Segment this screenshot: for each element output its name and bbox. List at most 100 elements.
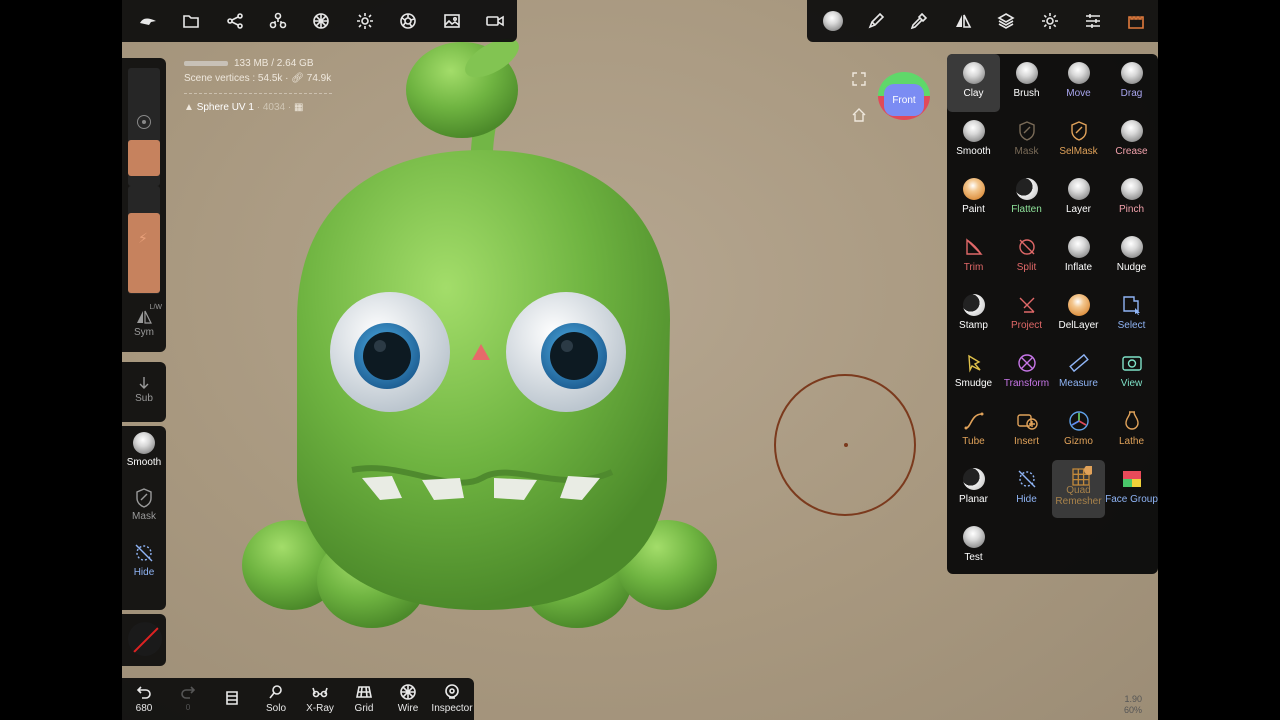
clay-icon: [962, 62, 985, 84]
tool-layer[interactable]: Layer: [1052, 170, 1105, 228]
solo-button[interactable]: Solo: [254, 678, 298, 720]
tool-label: View: [1120, 378, 1143, 389]
tool-paint[interactable]: Paint: [947, 170, 1000, 228]
pen-icon[interactable]: [854, 0, 897, 42]
left-sidebar-sliders: ⚡︎ L/W Sym: [122, 58, 166, 352]
divider: [184, 93, 332, 94]
folder-icon[interactable]: [169, 0, 212, 42]
active-mesh-row[interactable]: ▲ Sphere UV 1 · 4034 · ▦: [184, 100, 332, 115]
undo-count: 680: [135, 703, 153, 714]
view-cube-face-label: Front: [884, 84, 924, 116]
material-icon[interactable]: [300, 0, 343, 42]
smooth-quick-tool[interactable]: Smooth: [122, 432, 166, 468]
undo-button[interactable]: 680: [122, 678, 166, 720]
tool-label: Smooth: [956, 146, 991, 157]
inspector-button[interactable]: Inspector: [430, 678, 474, 720]
top-left-toolbar: [122, 0, 517, 42]
checker-icon: ▦: [293, 102, 304, 113]
tool-view[interactable]: View: [1105, 344, 1158, 402]
mask-icon: [1016, 120, 1038, 142]
tool-brush[interactable]: Brush: [1000, 54, 1053, 112]
trim-icon: [963, 236, 985, 258]
tool-drag[interactable]: Drag: [1105, 54, 1158, 112]
tool-hide[interactable]: Hide: [1000, 460, 1053, 518]
tool-dellayer[interactable]: DelLayer: [1052, 286, 1105, 344]
subdivide-button[interactable]: Sub: [122, 376, 166, 404]
tool-label: Stamp: [959, 320, 988, 331]
tool-label: Lathe: [1118, 436, 1145, 447]
matcap-icon[interactable]: [811, 0, 854, 42]
mask-quick-tool[interactable]: Mask: [122, 488, 166, 522]
camera-icon[interactable]: [387, 0, 430, 42]
tool-face-group[interactable]: Face Group: [1105, 460, 1158, 518]
tool-test[interactable]: Test: [947, 518, 1000, 576]
tool-label: Quad Remesher: [1055, 485, 1102, 507]
logo-icon[interactable]: [126, 0, 169, 42]
settings-icon[interactable]: [1028, 0, 1071, 42]
tool-clay[interactable]: Clay: [947, 54, 1000, 112]
tool-label: Nudge: [1116, 262, 1147, 273]
fullscreen-icon[interactable]: [852, 72, 866, 91]
light-icon[interactable]: [343, 0, 386, 42]
tool-smudge[interactable]: Smudge: [947, 344, 1000, 402]
tool-label: Inflate: [1064, 262, 1093, 273]
symmetry-icon[interactable]: [941, 0, 984, 42]
tool-label: Crease: [1115, 146, 1148, 157]
video-icon[interactable]: [474, 0, 517, 42]
tool-gizmo[interactable]: Gizmo: [1052, 402, 1105, 460]
pinch-icon: [1120, 178, 1143, 200]
bottom-toolbar: 680 0 Solo X-Ray Grid Wire Inspector: [122, 678, 474, 720]
tool-nudge[interactable]: Nudge: [1105, 228, 1158, 286]
color-swatch[interactable]: [128, 140, 160, 176]
tool-select[interactable]: Select: [1105, 286, 1158, 344]
view-cube[interactable]: Front: [878, 72, 930, 120]
quick-menu-button[interactable]: [210, 678, 254, 720]
tool-insert[interactable]: Insert: [1000, 402, 1053, 460]
tool-measure[interactable]: Measure: [1052, 344, 1105, 402]
gizmo-icon: [1068, 410, 1090, 432]
symmetry-toggle[interactable]: Sym: [122, 310, 166, 338]
tool-label: Face Group: [1105, 494, 1158, 505]
tool-project[interactable]: Project: [1000, 286, 1053, 344]
tool-stamp[interactable]: Stamp: [947, 286, 1000, 344]
share-icon[interactable]: [213, 0, 256, 42]
dellayer-icon: [1067, 294, 1090, 316]
tool-inflate[interactable]: Inflate: [1052, 228, 1105, 286]
scene-icon[interactable]: [256, 0, 299, 42]
redo-button[interactable]: 0: [166, 678, 210, 720]
tool-transform[interactable]: Transform: [1000, 344, 1053, 402]
tool-pinch[interactable]: Pinch: [1105, 170, 1158, 228]
grid-button[interactable]: Grid: [342, 678, 386, 720]
drag-icon: [1120, 62, 1143, 84]
tool-crease[interactable]: Crease: [1105, 112, 1158, 170]
xray-button[interactable]: X-Ray: [298, 678, 342, 720]
tool-selmask[interactable]: SelMask: [1052, 112, 1105, 170]
brush-center-dot: [844, 443, 848, 447]
hide-quick-tool[interactable]: Hide: [122, 542, 166, 578]
tool-split[interactable]: Split: [1000, 228, 1053, 286]
no-color-icon[interactable]: [128, 622, 162, 656]
lightning-icon: ⚡︎: [138, 230, 148, 246]
tool-trim[interactable]: Trim: [947, 228, 1000, 286]
tool-tube[interactable]: Tube: [947, 402, 1000, 460]
select-icon: [1121, 294, 1143, 316]
tool-lathe[interactable]: Lathe: [1105, 402, 1158, 460]
wire-button[interactable]: Wire: [386, 678, 430, 720]
tool-label: Smudge: [954, 378, 993, 389]
image-icon[interactable]: [430, 0, 473, 42]
home-icon[interactable]: [852, 108, 866, 127]
crease-icon: [1120, 120, 1143, 142]
measure-icon: [1068, 352, 1090, 374]
tool-flatten[interactable]: Flatten: [1000, 170, 1053, 228]
tool-quad-remesher[interactable]: Quad Remesher: [1052, 460, 1105, 518]
tool-planar[interactable]: Planar: [947, 460, 1000, 518]
castle-icon[interactable]: [1115, 0, 1158, 42]
tool-mask[interactable]: Mask: [1000, 112, 1053, 170]
tool-label: Transform: [1003, 378, 1050, 389]
tool-smooth[interactable]: Smooth: [947, 112, 1000, 170]
eyedropper-icon[interactable]: [898, 0, 941, 42]
tool-move[interactable]: Move: [1052, 54, 1105, 112]
layers-icon[interactable]: [985, 0, 1028, 42]
zoom-readout: 1.90 60%: [1124, 694, 1142, 716]
sliders-icon[interactable]: [1071, 0, 1114, 42]
